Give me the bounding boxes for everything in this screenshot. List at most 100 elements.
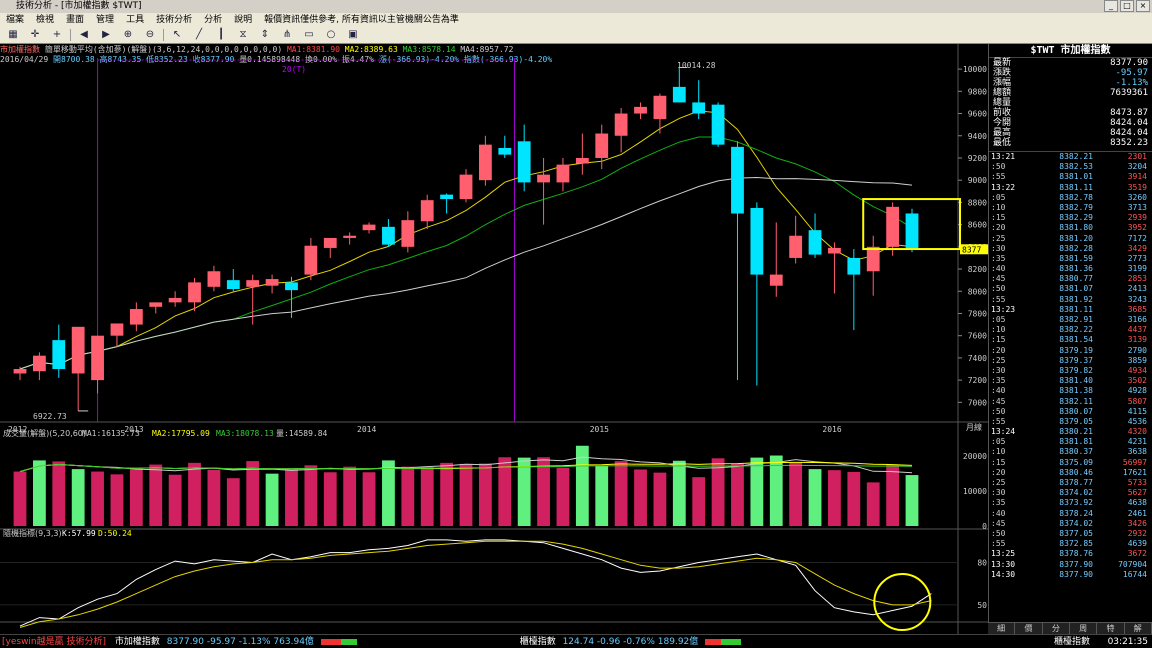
tick-row[interactable]: 13:22 8381.11 3519 xyxy=(989,183,1152,193)
tick-row[interactable]: :45 8382.11 5807 xyxy=(989,397,1152,407)
tick-list[interactable]: 13:21 8382.21 2301:50 8382.53 3204:55 8381.01… xyxy=(989,152,1152,580)
menu-view[interactable]: 檢視 xyxy=(30,13,60,27)
tick-row[interactable]: :15 8382.29 2939 xyxy=(989,213,1152,223)
tick-row[interactable]: :50 8381.07 2413 xyxy=(989,284,1152,294)
volume-bar xyxy=(692,477,706,526)
tick-row[interactable]: :30 8382.28 3429 xyxy=(989,244,1152,254)
tick-row[interactable]: :35 8381.59 2773 xyxy=(989,254,1152,264)
tick-row[interactable]: :40 8381.36 3199 xyxy=(989,264,1152,274)
tick-row[interactable]: 13:30 8377.90 707904 xyxy=(989,560,1152,570)
menu-file[interactable]: 檔案 xyxy=(0,13,30,27)
tick-row[interactable]: :50 8377.05 2932 xyxy=(989,529,1152,539)
quote-tab[interactable]: 分 xyxy=(1043,623,1070,634)
save-icon[interactable]: ▣ xyxy=(344,28,362,42)
tick-row[interactable]: :55 8381.01 3914 xyxy=(989,172,1152,182)
menu-bar: 檔案 檢視 畫面 管理 工具 技術分析 分析 說明 報價資訊僅供參考, 所有資訊… xyxy=(0,13,1152,27)
volume-bar xyxy=(828,470,841,526)
volume-bar xyxy=(731,463,744,526)
tick-row[interactable]: 14:30 8377.90 16744 xyxy=(989,570,1152,580)
quote-tab[interactable]: 價 xyxy=(1015,623,1043,634)
menu-manage[interactable]: 管理 xyxy=(90,13,120,27)
volume-bar xyxy=(71,469,85,526)
tick-row[interactable]: :10 8382.22 4437 xyxy=(989,325,1152,335)
tick-row[interactable]: :55 8372.85 4639 xyxy=(989,539,1152,549)
tick-volume: 7172 xyxy=(1127,233,1147,243)
tick-row[interactable]: :35 8373.92 4638 xyxy=(989,498,1152,508)
tick-row[interactable]: :25 8379.37 3859 xyxy=(989,356,1152,366)
tick-row[interactable]: :55 8381.92 3243 xyxy=(989,295,1152,305)
tick-row[interactable]: :45 8374.02 3426 xyxy=(989,519,1152,529)
cross-icon[interactable]: ✛ xyxy=(26,28,44,42)
volume-bar xyxy=(52,461,66,526)
tick-price: 8379.37 xyxy=(1059,355,1093,365)
menu-analysis[interactable]: 分析 xyxy=(198,13,228,27)
tick-row[interactable]: :05 8382.78 3260 xyxy=(989,193,1152,203)
minimize-button[interactable]: _ xyxy=(1104,0,1118,12)
maximize-button[interactable]: □ xyxy=(1120,0,1134,12)
add-icon[interactable]: + xyxy=(48,28,66,42)
tick-row[interactable]: 13:23 8381.11 3685 xyxy=(989,305,1152,315)
grid-icon[interactable]: ▦ xyxy=(4,28,22,42)
arrow-right-icon[interactable]: ▶ xyxy=(97,28,115,42)
tick-time: :40 xyxy=(991,508,1006,518)
tick-price: 8374.02 xyxy=(1059,518,1093,528)
tick-row[interactable]: :50 8382.53 3204 xyxy=(989,162,1152,172)
arrow-left-icon[interactable]: ◀ xyxy=(75,28,93,42)
rect-icon[interactable]: ▭ xyxy=(300,28,318,42)
line-tool-icon[interactable]: ╱ xyxy=(190,28,208,42)
tick-row[interactable]: :30 8374.02 5627 xyxy=(989,488,1152,498)
candle-body xyxy=(653,95,667,120)
price-tick-label: 9400 xyxy=(968,132,987,141)
quote-tab[interactable]: 特 xyxy=(1097,623,1125,634)
volume-info-ma2: MA2:17795.09 xyxy=(152,429,210,438)
price-tick-label: 8800 xyxy=(968,198,987,207)
tick-volume: 3139 xyxy=(1127,335,1147,345)
volume-bar xyxy=(905,475,919,526)
tick-row[interactable]: 13:25 8378.76 3672 xyxy=(989,549,1152,559)
tick-row[interactable]: :10 8382.79 3713 xyxy=(989,203,1152,213)
tick-row[interactable]: :40 8381.38 4928 xyxy=(989,386,1152,396)
tick-row[interactable]: :30 8379.82 4934 xyxy=(989,366,1152,376)
tick-row[interactable]: :20 8380.46 17621 xyxy=(989,468,1152,478)
tick-row[interactable]: :20 8381.80 3952 xyxy=(989,223,1152,233)
fork-icon[interactable]: ⋔ xyxy=(278,28,296,42)
price-tick-label: 9200 xyxy=(968,154,987,163)
tick-row[interactable]: :25 8381.20 7172 xyxy=(989,234,1152,244)
period-icon[interactable]: ⧖ xyxy=(234,28,252,42)
tick-row[interactable]: 13:21 8382.21 2301 xyxy=(989,152,1152,162)
scale-icon[interactable]: ⇕ xyxy=(256,28,274,42)
tick-row[interactable]: :40 8378.24 2461 xyxy=(989,509,1152,519)
tick-row[interactable]: 13:24 8380.21 4320 xyxy=(989,427,1152,437)
zoom-out-icon[interactable]: ⊖ xyxy=(141,28,159,42)
volume-bar xyxy=(13,471,27,526)
bar-type-icon[interactable]: ┃ xyxy=(212,28,230,42)
tick-row[interactable]: :35 8381.40 3502 xyxy=(989,376,1152,386)
status-index1-bar xyxy=(320,638,357,645)
pointer-icon[interactable]: ↖ xyxy=(168,28,186,42)
tick-row[interactable]: :05 8381.81 4231 xyxy=(989,437,1152,447)
menu-screen[interactable]: 畫面 xyxy=(60,13,90,27)
quote-row: 總額 7639361 xyxy=(989,88,1152,98)
tick-volume: 3713 xyxy=(1127,202,1147,212)
quote-tab[interactable]: 周 xyxy=(1070,623,1098,634)
kd-info-k: K:57.99 xyxy=(62,529,96,538)
tick-row[interactable]: :50 8380.07 4115 xyxy=(989,407,1152,417)
circle-icon[interactable]: ○ xyxy=(322,28,340,42)
tick-row[interactable]: :20 8379.19 2790 xyxy=(989,346,1152,356)
menu-technical[interactable]: 技術分析 xyxy=(150,13,198,27)
menu-help[interactable]: 說明 xyxy=(228,13,258,27)
close-button[interactable]: × xyxy=(1136,0,1150,12)
tick-row[interactable]: :55 8379.05 4536 xyxy=(989,417,1152,427)
tick-row[interactable]: :45 8380.77 2853 xyxy=(989,274,1152,284)
tick-row[interactable]: :15 8375.09 56997 xyxy=(989,458,1152,468)
menu-tools[interactable]: 工具 xyxy=(120,13,150,27)
quote-tab[interactable]: 細 xyxy=(988,623,1016,634)
tick-row[interactable]: :15 8381.54 3139 xyxy=(989,335,1152,345)
tick-row[interactable]: :10 8380.37 3638 xyxy=(989,447,1152,457)
technical-chart[interactable]: 7000720074007600780080008200840086008800… xyxy=(0,44,988,634)
candle-body xyxy=(575,157,589,164)
zoom-in-icon[interactable]: ⊕ xyxy=(119,28,137,42)
tick-row[interactable]: :05 8382.91 3166 xyxy=(989,315,1152,325)
tick-row[interactable]: :25 8378.77 5733 xyxy=(989,478,1152,488)
quote-tab[interactable]: 解 xyxy=(1125,623,1152,634)
